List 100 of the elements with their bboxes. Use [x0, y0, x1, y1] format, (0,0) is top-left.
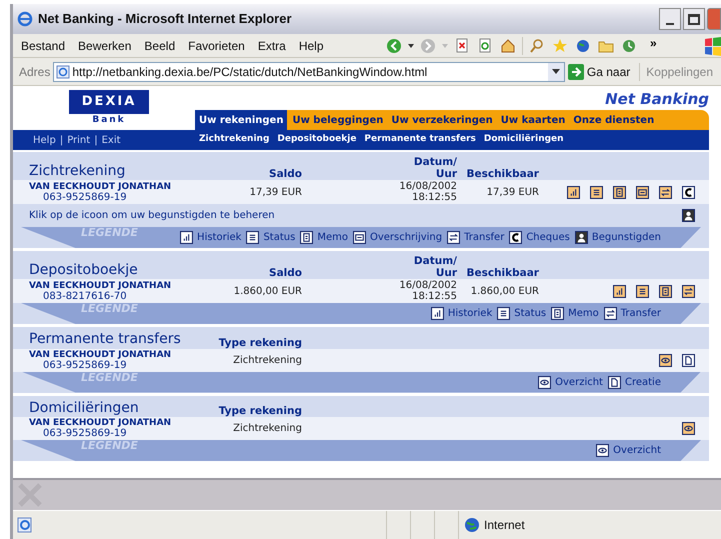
legend-label: Memo	[317, 231, 348, 245]
page-icon	[16, 516, 34, 534]
page-icon	[56, 64, 70, 78]
legend-label: Historiek	[197, 231, 242, 245]
legend-label: Transfer	[464, 231, 504, 245]
nav-link[interactable]: Help	[33, 132, 56, 148]
star-icon[interactable]	[551, 36, 569, 54]
arrows-icon	[604, 307, 617, 320]
nav-link[interactable]: Print	[67, 132, 90, 148]
menu-item[interactable]: Beeld	[144, 36, 176, 54]
globe-icon	[464, 517, 480, 533]
subnav-link[interactable]: Permanente transfers	[364, 133, 476, 147]
document-icon[interactable]	[682, 354, 695, 366]
bar-chart-icon[interactable]	[567, 186, 580, 198]
caret-icon[interactable]	[408, 42, 414, 48]
account-number: 063-9525869-19	[42, 192, 128, 202]
eye-icon[interactable]	[659, 354, 672, 366]
address-field[interactable]: http://netbanking.dexia.be/PC/static/dutch/NetBankingWindow.html	[53, 62, 565, 82]
account-holder: VAN EECKHOUDT JONATHAN	[29, 182, 172, 192]
legend-label: Transfer	[620, 307, 661, 321]
menu-item[interactable]: Bestand	[21, 36, 66, 54]
tab[interactable]: Uw verzekeringen	[388, 110, 496, 130]
subnav-link[interactable]: Zichtrekening	[199, 133, 270, 147]
memo-icon	[551, 307, 564, 320]
legend-label: Overzicht	[555, 376, 603, 390]
browser-icon	[17, 11, 33, 27]
arrows-icon[interactable]	[682, 284, 695, 298]
subnav-link[interactable]: Depositoboekje	[277, 133, 356, 147]
minimize-button[interactable]	[659, 8, 681, 30]
bar-chart-icon	[430, 307, 444, 320]
legend-label: Status	[514, 307, 546, 321]
maximize-button[interactable]	[683, 8, 705, 30]
column-header: Saldo	[268, 267, 302, 279]
lines-icon	[246, 231, 260, 244]
section-title: Depositoboekje	[29, 262, 139, 279]
back-icon[interactable]	[385, 36, 403, 54]
lines-icon[interactable]	[636, 284, 649, 298]
legend-label: Overschrijving	[370, 231, 442, 245]
account-holder: VAN EECKHOUDT JONATHAN	[29, 350, 172, 360]
arrow-icon	[568, 64, 584, 80]
tab[interactable]: Uw beleggingen	[289, 110, 386, 130]
account-number: 063-9525869-19	[42, 428, 128, 439]
legend-label: Historiek	[448, 307, 492, 321]
window-title: Net Banking - Microsoft Internet Explorer	[38, 10, 292, 28]
toolbar-overflow[interactable]: »	[650, 34, 657, 52]
go-button[interactable]: Ga naar	[568, 62, 630, 80]
legend-title: LEGENDE	[81, 225, 138, 241]
account-number: 063-9525869-19	[42, 360, 128, 370]
lines-icon	[497, 307, 510, 320]
subnav-link[interactable]: Domiciliëringen	[484, 133, 564, 147]
account-holder: VAN EECKHOUDT JONATHAN	[29, 418, 172, 428]
memo-icon[interactable]	[659, 284, 672, 298]
account-holder: VAN EECKHOUDT JONATHAN	[29, 280, 172, 290]
legend-title: LEGENDE	[81, 370, 138, 386]
arrows-icon[interactable]	[659, 186, 672, 198]
menu-item[interactable]: Extra	[258, 36, 286, 54]
legend-title: LEGENDE	[81, 438, 138, 454]
column-header: Type rekening	[218, 336, 302, 348]
cheque-icon	[509, 231, 522, 244]
dropdown-button[interactable]	[548, 62, 564, 80]
menu-item[interactable]: Favorieten	[188, 36, 245, 54]
separator: |	[94, 134, 98, 148]
document-icon	[608, 376, 621, 388]
section-title: Permanente transfers	[29, 331, 182, 348]
eye-icon	[596, 444, 610, 457]
tab[interactable]: Uw rekeningen	[195, 110, 288, 130]
eye-icon[interactable]	[682, 422, 695, 435]
legend-label: Creatie	[624, 376, 661, 390]
windows-logo-icon	[703, 36, 721, 56]
lines-icon[interactable]	[590, 186, 603, 198]
table-cell-text: Zichtrekening	[232, 354, 302, 366]
brand-title: Net Banking	[605, 89, 709, 110]
person-icon[interactable]	[682, 209, 695, 222]
column-header: Type rekening	[218, 405, 302, 417]
person-icon	[574, 231, 588, 244]
bar-chart-icon[interactable]	[613, 284, 626, 298]
table-cell-text: 1.860,00 EUR	[232, 286, 302, 296]
table-cell-text: 1.860,00 EUR	[470, 286, 539, 296]
tab[interactable]: Onze diensten	[570, 110, 658, 130]
legend-label: Begunstigden	[592, 231, 661, 245]
tab[interactable]: Uw kaarten	[498, 110, 568, 130]
home-icon[interactable]	[499, 36, 517, 54]
account-number: 083-8217616-70	[42, 290, 128, 302]
caret-icon	[552, 69, 560, 74]
legend-label: Memo	[568, 307, 599, 321]
separator: |	[60, 134, 64, 148]
menu-item[interactable]: Bewerken	[78, 36, 132, 54]
bar-chart-icon	[180, 231, 194, 244]
cheque-icon[interactable]	[682, 186, 695, 198]
legend-label: Overzicht	[613, 444, 661, 458]
menu-item[interactable]: Help	[298, 36, 324, 54]
legend-label: Cheques	[526, 231, 570, 245]
memo-icon	[300, 231, 314, 244]
dexia-logo: DEXIA	[69, 90, 149, 114]
table-cell-text: Zichtrekening	[232, 423, 302, 434]
form-icon[interactable]	[636, 186, 649, 198]
nav-link[interactable]: Exit	[102, 132, 121, 148]
memo-icon[interactable]	[613, 186, 626, 198]
column-header: Datum/ Uur	[412, 156, 457, 180]
table-cell-text: 16/08/2002 18:12:55	[398, 181, 457, 203]
